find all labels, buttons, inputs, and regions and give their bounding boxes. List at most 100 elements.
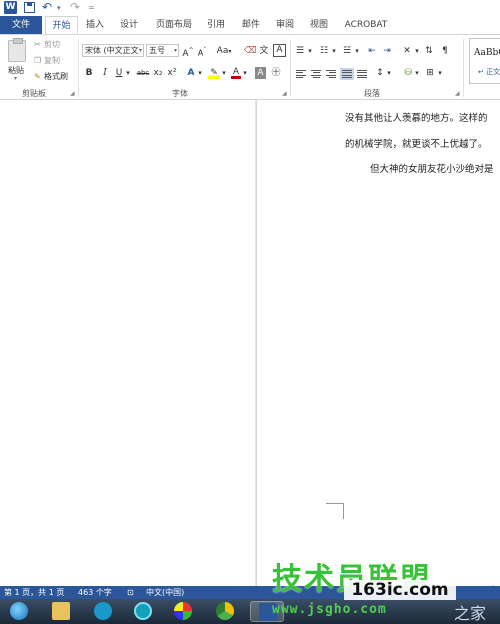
strikethrough-button[interactable]: abc bbox=[135, 67, 151, 79]
borders-dropdown-icon[interactable]: ▾ bbox=[437, 67, 443, 79]
paragraph-launcher-icon[interactable]: ◢ bbox=[455, 90, 460, 97]
shading-icon[interactable]: ⛁ bbox=[402, 67, 414, 79]
tab-design[interactable]: 设计 bbox=[118, 16, 140, 34]
undo-icon[interactable]: ↶ bbox=[42, 1, 52, 14]
phonetic-guide-icon[interactable]: 文 bbox=[258, 45, 270, 57]
doc-text-line[interactable]: 没有其他让人羡慕的地方。这样的 bbox=[345, 110, 488, 124]
font-launcher-icon[interactable]: ◢ bbox=[282, 90, 287, 97]
taskbar-app-5[interactable] bbox=[166, 601, 200, 622]
italic-button[interactable]: I bbox=[100, 67, 110, 79]
taskbar-app-6[interactable] bbox=[208, 601, 242, 622]
style-gallery-normal[interactable]: AaBbC ↵ 正文 bbox=[469, 38, 500, 84]
bullets-dropdown-icon[interactable]: ▾ bbox=[307, 45, 313, 57]
multilevel-dropdown-icon[interactable]: ▾ bbox=[354, 45, 360, 57]
show-marks-icon[interactable]: ¶ bbox=[440, 45, 450, 57]
taskbar-explorer[interactable] bbox=[44, 601, 78, 622]
multilevel-list-icon[interactable]: ☱ bbox=[341, 45, 353, 57]
enclose-characters-icon[interactable]: ㊉ bbox=[270, 67, 282, 79]
borders-icon[interactable]: ⊞ bbox=[424, 67, 436, 79]
watermark-domain: 163ic.com bbox=[344, 580, 456, 600]
scissors-icon: ✂ bbox=[34, 40, 41, 49]
font-size-select[interactable]: 五号 ▾ bbox=[146, 44, 179, 57]
doc-text-line[interactable]: 的机械学院，就更谈不上优越了。 bbox=[345, 136, 488, 150]
align-left-icon[interactable] bbox=[296, 70, 306, 79]
word-app-icon[interactable]: W bbox=[4, 1, 17, 14]
paste-dropdown-icon[interactable]: ▾ bbox=[14, 75, 17, 82]
font-color-button[interactable]: A bbox=[231, 67, 241, 79]
proofing-icon[interactable]: ⊡ bbox=[127, 586, 134, 599]
text-effects-button[interactable]: A bbox=[186, 67, 196, 79]
distributed-icon[interactable] bbox=[357, 70, 367, 79]
windows-start-icon bbox=[10, 602, 28, 620]
undo-dropdown-icon[interactable]: ▾ bbox=[57, 1, 61, 15]
copy-icon: ❐ bbox=[34, 56, 42, 65]
font-color-dropdown-icon[interactable]: ▾ bbox=[242, 67, 248, 79]
page-count[interactable]: 第 1 页，共 1 页 bbox=[4, 586, 64, 599]
font-name-value: 宋体 (中文正文 bbox=[85, 46, 139, 55]
bold-button[interactable]: B bbox=[84, 67, 94, 79]
watermark-net: .net bbox=[474, 583, 496, 596]
paste-icon[interactable] bbox=[8, 38, 26, 62]
numbering-icon[interactable]: ☷ bbox=[318, 45, 330, 57]
language-indicator[interactable]: 中文(中国) bbox=[146, 586, 184, 599]
text-effects-dropdown-icon[interactable]: ▾ bbox=[197, 67, 203, 79]
save-icon[interactable] bbox=[24, 2, 35, 13]
doc-text-line[interactable]: 但大神的女朋友花小沙绝对是 bbox=[370, 161, 494, 175]
cut-button[interactable]: ✂ 剪切 bbox=[34, 39, 60, 50]
tab-references[interactable]: 引用 bbox=[205, 16, 227, 34]
numbering-dropdown-icon[interactable]: ▾ bbox=[331, 45, 337, 57]
chevron-down-icon: ▾ bbox=[173, 47, 177, 54]
shrink-font-button[interactable]: Aˇ bbox=[196, 45, 208, 58]
chinese-layout-icon[interactable]: ✕ bbox=[400, 45, 414, 57]
sort-icon[interactable]: ⇅ bbox=[424, 45, 434, 57]
taskbar-app-3[interactable] bbox=[86, 601, 120, 622]
tab-home[interactable]: 开始 bbox=[45, 16, 78, 35]
decrease-indent-icon[interactable]: ⇤ bbox=[366, 45, 378, 57]
subscript-button[interactable]: x₂ bbox=[152, 67, 164, 79]
word-count[interactable]: 463 个字 bbox=[78, 586, 112, 599]
highlight-dropdown-icon[interactable]: ▾ bbox=[221, 67, 227, 79]
shading-dropdown-icon[interactable]: ▾ bbox=[414, 67, 420, 79]
superscript-button[interactable]: x² bbox=[166, 67, 178, 79]
copy-button[interactable]: ❐ 复制 bbox=[34, 55, 60, 66]
redo-icon[interactable]: ↷ bbox=[70, 1, 80, 14]
character-shading-button[interactable]: A bbox=[255, 67, 266, 79]
bullets-icon[interactable]: ☰ bbox=[294, 45, 306, 57]
chinese-layout-dropdown-icon[interactable]: ▾ bbox=[414, 45, 420, 57]
tab-insert[interactable]: 插入 bbox=[84, 16, 106, 34]
browser-icon bbox=[216, 602, 234, 620]
taskbar bbox=[0, 599, 500, 624]
grow-font-button[interactable]: A^ bbox=[182, 45, 194, 59]
folder-icon bbox=[52, 602, 70, 620]
align-center-icon[interactable] bbox=[311, 70, 321, 79]
tab-page-layout[interactable]: 页面布局 bbox=[154, 16, 194, 34]
tab-acrobat[interactable]: ACROBAT bbox=[342, 16, 390, 34]
highlight-icon[interactable]: ✎ bbox=[208, 67, 220, 79]
line-spacing-dropdown-icon[interactable]: ▾ bbox=[386, 67, 392, 79]
group-divider bbox=[463, 39, 464, 97]
clipboard-launcher-icon[interactable]: ◢ bbox=[70, 90, 75, 97]
tab-review[interactable]: 审阅 bbox=[274, 16, 296, 34]
format-painter-button[interactable]: ✎ 格式刷 bbox=[34, 71, 68, 82]
page-blank-left[interactable] bbox=[0, 100, 255, 586]
tab-view[interactable]: 视图 bbox=[308, 16, 330, 34]
document-workspace: 没有其他让人羡慕的地方。这样的 的机械学院，就更谈不上优越了。 但大神的女朋友花… bbox=[0, 100, 500, 586]
underline-dropdown-icon[interactable]: ▾ bbox=[125, 67, 131, 79]
change-case-button[interactable]: Aa▾ bbox=[214, 45, 234, 57]
customize-quick-access-icon[interactable]: = bbox=[88, 1, 95, 15]
group-divider bbox=[290, 39, 291, 97]
clear-formatting-icon[interactable]: ⌫ bbox=[244, 45, 257, 57]
increase-indent-icon[interactable]: ⇥ bbox=[381, 45, 393, 57]
justify-icon[interactable] bbox=[340, 68, 354, 80]
underline-button[interactable]: U bbox=[114, 67, 124, 79]
start-button[interactable] bbox=[2, 601, 36, 622]
tab-file[interactable]: 文件 bbox=[0, 16, 42, 34]
font-name-select[interactable]: 宋体 (中文正文 ▾ bbox=[82, 44, 144, 57]
copy-label: 复制 bbox=[44, 56, 60, 65]
tab-mailings[interactable]: 邮件 bbox=[240, 16, 262, 34]
line-spacing-icon[interactable]: ↕ bbox=[374, 67, 386, 79]
character-border-icon[interactable]: A bbox=[273, 44, 286, 57]
taskbar-app-4[interactable] bbox=[126, 601, 160, 622]
align-right-icon[interactable] bbox=[326, 70, 336, 79]
style-sample: AaBbC bbox=[474, 48, 500, 58]
